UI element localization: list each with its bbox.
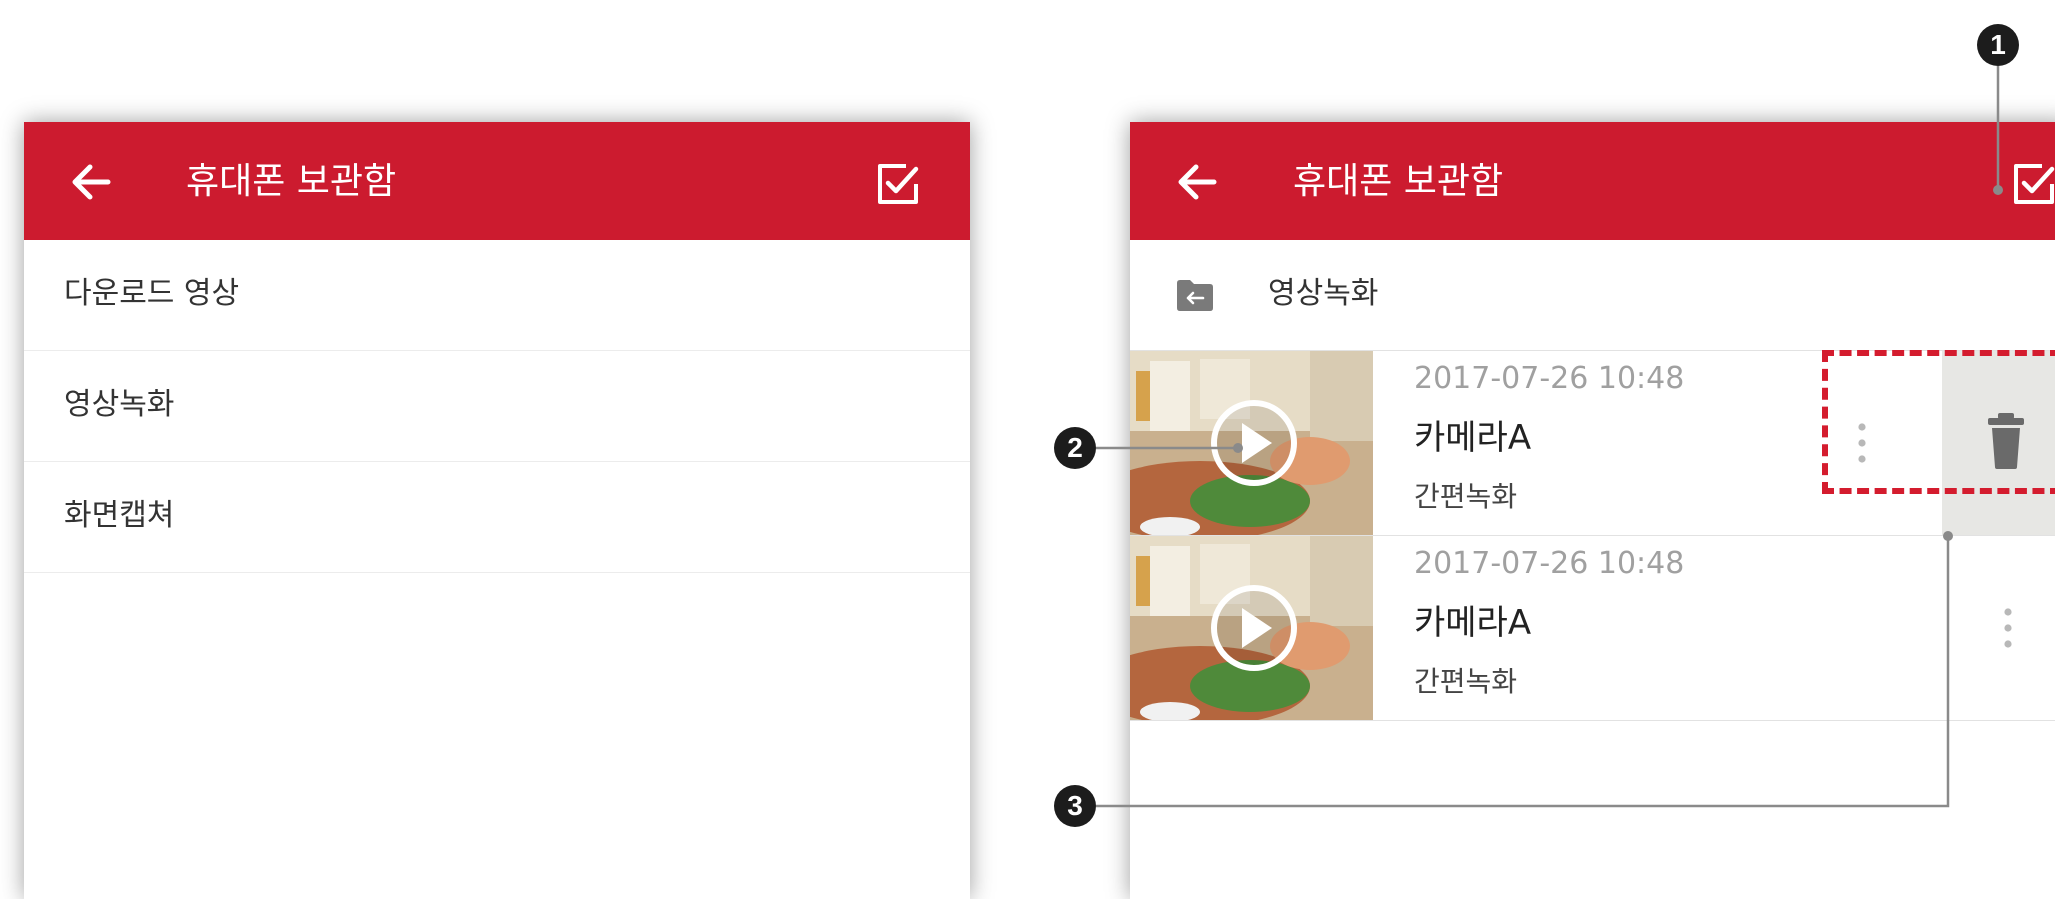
video-record-type: 간편녹화 [1414,480,1518,513]
callout-marker-2: 2 [1054,427,1096,469]
menu-item-label: 다운로드 영상 [64,276,240,311]
menu-item-downloads[interactable]: 다운로드 영상 [24,240,970,351]
more-options-button[interactable] [1842,411,1882,475]
menu-item-recordings[interactable]: 영상녹화 [24,351,970,462]
left-phone-screen: 휴대폰 보관함 다운로드 영상 영상녹화 화면캡쳐 [24,122,970,899]
app-bar: 휴대폰 보관함 [1130,122,2055,240]
right-phone-screen: 휴대폰 보관함 영상녹화 2017-07-26 10:48 카메라A 간편녹화 … [1130,122,2055,899]
video-date: 2017-07-26 10:48 [1414,546,1685,581]
video-thumbnail[interactable] [1130,351,1373,535]
video-thumbnail-image [1130,351,1373,535]
folder-back-icon [1176,278,1214,312]
video-camera-name: 카메라A [1414,418,1532,458]
parent-folder-row[interactable]: 영상녹화 [1130,240,2055,351]
back-button[interactable] [1170,155,1224,209]
arrow-left-icon [72,164,111,200]
checkbox-edit-icon [878,164,919,204]
delete-button[interactable] [1942,351,2055,535]
video-list-item[interactable]: 2017-07-26 10:48 카메라A 간편녹화 [1130,351,2055,536]
video-thumbnail-image [1130,536,1373,720]
video-camera-name: 카메라A [1414,603,1532,643]
menu-item-label: 영상녹화 [64,387,175,422]
callout-marker-3: 3 [1054,785,1096,827]
folder-label: 영상녹화 [1268,276,1379,311]
trash-icon [1988,413,2024,469]
more-vertical-icon [2004,608,2012,648]
page-title: 휴대폰 보관함 [1293,161,1504,202]
app-bar: 휴대폰 보관함 [24,122,970,240]
more-vertical-icon [1858,423,1866,463]
page-title: 휴대폰 보관함 [186,161,397,202]
edit-button[interactable] [2010,160,2055,208]
video-record-type: 간편녹화 [1414,665,1518,698]
video-thumbnail[interactable] [1130,536,1373,720]
edit-button[interactable] [874,160,922,208]
menu-item-screenshots[interactable]: 화면캡쳐 [24,462,970,573]
more-options-button[interactable] [1988,596,2028,660]
video-list-item[interactable]: 2017-07-26 10:48 카메라A 간편녹화 [1130,536,2055,721]
checkbox-edit-icon [2014,164,2055,204]
callout-marker-1: 1 [1977,24,2019,66]
back-button[interactable] [64,155,118,209]
figure-stage: 휴대폰 보관함 다운로드 영상 영상녹화 화면캡쳐 휴대폰 보관함 영상녹화 2… [0,0,2055,899]
arrow-left-icon [1178,164,1217,200]
video-date: 2017-07-26 10:48 [1414,361,1685,396]
menu-item-label: 화면캡쳐 [64,498,175,533]
